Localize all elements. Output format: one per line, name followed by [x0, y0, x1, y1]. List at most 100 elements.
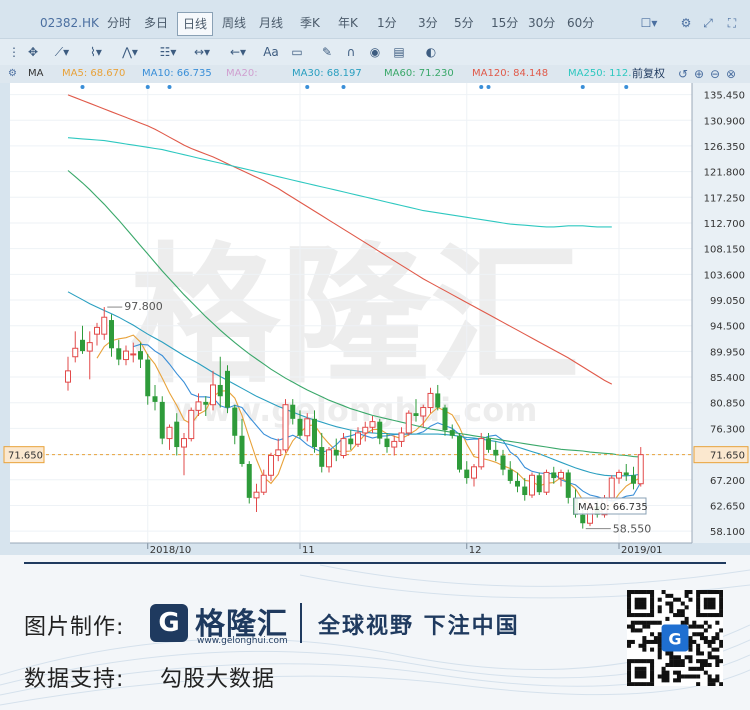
line-tool-icon[interactable]: ⟋▾ [50, 42, 74, 62]
crosshair-icon[interactable]: ✥ [24, 42, 42, 62]
qr-finder-module [630, 659, 635, 664]
qr-module [657, 647, 662, 652]
candle-body [217, 384, 223, 397]
trash-icon[interactable]: ▤ [390, 42, 408, 62]
period-tab-daily[interactable]: 日线 [177, 12, 214, 36]
qr-finder-module [638, 659, 643, 664]
text-tool-icon[interactable]: Aa [262, 42, 280, 62]
qr-module [642, 647, 647, 652]
candle-body [565, 472, 571, 498]
y-tick-label: 126.350 [704, 142, 745, 153]
candle-body [608, 477, 615, 499]
fullscreen-icon[interactable]: ⛶ [723, 12, 741, 34]
qr-module [703, 662, 708, 667]
period-tab-quarterly[interactable]: 季K [300, 8, 320, 38]
menu-icon[interactable]: ⋮ [8, 42, 20, 62]
candle-body [195, 401, 202, 411]
qr-finder-module [711, 590, 716, 595]
qr-module [688, 674, 693, 679]
period-tab-intraday[interactable]: 分时 [107, 8, 131, 38]
toggle-icon[interactable]: ◐ [420, 42, 442, 62]
qr-finder-module [696, 597, 701, 602]
brand-url: www.gelonghui.com [197, 636, 288, 646]
period-tab-5min[interactable]: 5分 [454, 8, 474, 38]
qr-finder-module [715, 613, 720, 618]
qr-module [665, 593, 670, 598]
qr-module [684, 605, 689, 610]
fib-tool-icon[interactable]: ☷▾ [156, 42, 180, 62]
ma10-tooltip-text: MA10: 66.735 [578, 502, 648, 513]
qr-finder-module [634, 597, 639, 602]
qr-finder-module [638, 590, 643, 595]
qr-module [646, 624, 651, 629]
qr-finder-module [638, 601, 643, 606]
close-icon[interactable]: ⊗ [726, 67, 736, 81]
period-tab-3min[interactable]: 3分 [418, 8, 438, 38]
qr-finder-module [638, 666, 643, 671]
qr-module [696, 674, 701, 679]
zoom-out-icon[interactable]: ⊖ [710, 67, 720, 81]
ma120-value: MA120: 84.148 [472, 68, 549, 79]
qr-finder-module [711, 601, 716, 606]
checkbox-dropdown-icon[interactable]: ☐▾ [640, 12, 658, 34]
comment-tool-icon[interactable]: ▭ [288, 42, 306, 62]
period-tab-30min[interactable]: 30分 [528, 8, 555, 38]
path-tool-icon[interactable]: ⌇▾ [84, 42, 108, 62]
qr-module [696, 624, 701, 629]
zoom-in-icon[interactable]: ⊕ [694, 67, 704, 81]
qr-finder-module [703, 601, 708, 606]
period-tab-60min[interactable]: 60分 [567, 8, 594, 38]
reset-icon[interactable]: ↺ [678, 67, 688, 81]
qr-finder-module [719, 601, 724, 606]
price-chart[interactable]: 格隆汇 www.gelonghui.com 135.450 130.900 126.35… [0, 83, 750, 556]
qr-finder-module [627, 593, 632, 598]
qr-finder-module [711, 613, 716, 618]
qr-finder-module [650, 590, 655, 595]
candle-body [449, 430, 455, 436]
adjust-mode-label[interactable]: 前复权 [632, 67, 665, 81]
qr-module [650, 647, 655, 652]
qr-module [657, 605, 662, 610]
qr-finder-module [634, 682, 639, 687]
qr-finder-module [650, 597, 655, 602]
footer-banner: 图片制作: G 格隆汇 www.gelonghui.com 全球视野 下注中国 … [0, 555, 750, 710]
expand-icon[interactable]: ⤢ [699, 12, 717, 34]
qr-finder-module [627, 670, 632, 675]
qr-finder-module [707, 597, 712, 602]
event-marker [145, 85, 150, 89]
y-tick-label: 103.600 [704, 270, 745, 281]
ma20-value: MA20: [226, 68, 258, 79]
qr-module [684, 674, 689, 679]
qr-finder-module [627, 597, 632, 602]
qr-module [642, 639, 647, 644]
period-tab-yearly[interactable]: 年K [338, 8, 358, 38]
ticker-label: 02382.HK [40, 16, 99, 30]
magnet-icon[interactable]: ∩ [342, 42, 360, 62]
qr-module [699, 662, 704, 667]
period-tab-1min[interactable]: 1分 [377, 8, 397, 38]
qr-module [642, 636, 647, 641]
period-tab-weekly[interactable]: 周线 [222, 8, 246, 38]
candle-body [290, 404, 296, 419]
candle-body [362, 426, 369, 434]
qr-module [696, 647, 701, 652]
arrow-tool-icon[interactable]: ←▾ [226, 42, 250, 62]
qr-module [719, 628, 724, 633]
eye-icon[interactable]: ◉ [366, 42, 384, 62]
settings-small-icon[interactable]: ⚙ [8, 67, 17, 81]
qr-module [688, 666, 693, 671]
period-tab-monthly[interactable]: 月线 [259, 8, 283, 38]
period-tab-multiday[interactable]: 多日 [144, 8, 168, 38]
settings-icon[interactable]: ⚙ [677, 12, 695, 34]
pencil-icon[interactable]: ✎ [318, 42, 336, 62]
y-tick-label: 85.400 [710, 373, 745, 384]
period-tab-15min[interactable]: 15分 [491, 8, 518, 38]
qr-module [707, 624, 712, 629]
candle-body [80, 339, 85, 352]
y-tick-label: 58.100 [710, 527, 745, 538]
qr-finder-module [642, 613, 647, 618]
wave-tool-icon[interactable]: ⋀▾ [118, 42, 142, 62]
qr-finder-module [650, 659, 655, 664]
range-tool-icon[interactable]: ↔▾ [190, 42, 214, 62]
qr-finder-module [627, 678, 632, 683]
